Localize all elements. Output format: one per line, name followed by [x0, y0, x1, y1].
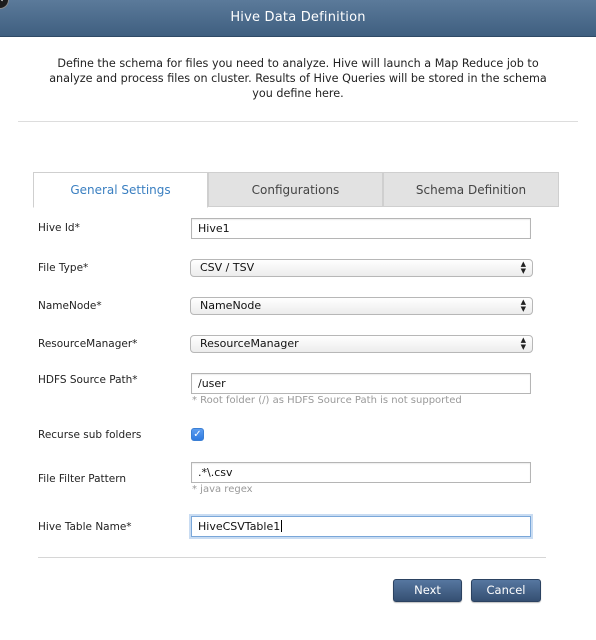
hive-id-input[interactable]: Hive1 [191, 218, 531, 239]
namenode-label: NameNode* [38, 300, 102, 312]
resource-manager-label: ResourceManager* [38, 338, 138, 350]
window-title: Hive Data Definition [230, 10, 366, 25]
file-type-value: CSV / TSV [200, 261, 255, 274]
recurse-sub-folders-label: Recurse sub folders [38, 429, 142, 441]
select-arrows-icon: ▲ ▼ [520, 336, 526, 351]
cancel-button[interactable]: Cancel [471, 579, 541, 602]
file-filter-pattern-hint: * java regex [192, 484, 253, 495]
tab-general-settings[interactable]: General Settings [33, 172, 208, 208]
namenode-select[interactable]: NameNode ▲ ▼ [190, 297, 533, 315]
file-type-label: File Type* [38, 262, 89, 274]
text-cursor [281, 520, 283, 532]
recurse-sub-folders-checkbox[interactable]: ✓ [191, 428, 204, 441]
window-titlebar: Hive Data Definition [0, 0, 596, 37]
select-arrows-icon: ▲ ▼ [520, 298, 526, 313]
divider [18, 121, 578, 122]
hdfs-source-path-label: HDFS Source Path* [38, 374, 138, 386]
hdfs-source-path-hint: * Root folder (/) as HDFS Source Path is… [192, 395, 462, 406]
hive-table-name-value: HiveCSVTable1 [198, 520, 281, 533]
namenode-value: NameNode [200, 299, 262, 312]
dialog-description: Define the schema for files you need to … [49, 57, 547, 100]
resource-manager-select[interactable]: ResourceManager ▲ ▼ [190, 335, 533, 353]
tab-bar: General Settings Configurations Schema D… [33, 172, 559, 208]
select-arrows-icon: ▲ ▼ [520, 260, 526, 275]
resource-manager-value: ResourceManager [200, 337, 299, 350]
tab-configurations[interactable]: Configurations [208, 172, 383, 207]
hive-table-name-label: Hive Table Name* [38, 521, 132, 533]
file-type-select[interactable]: CSV / TSV ▲ ▼ [190, 259, 533, 277]
file-filter-pattern-input[interactable]: .*\.csv [191, 462, 531, 483]
hdfs-source-path-input[interactable]: /user [191, 373, 531, 394]
next-button[interactable]: Next [393, 579, 462, 602]
tab-schema-definition[interactable]: Schema Definition [383, 172, 559, 207]
hive-id-label: Hive Id* [38, 222, 80, 234]
hive-table-name-input[interactable]: HiveCSVTable1 [191, 516, 531, 537]
footer-divider [38, 557, 546, 558]
file-filter-pattern-label: File Filter Pattern [38, 473, 127, 485]
